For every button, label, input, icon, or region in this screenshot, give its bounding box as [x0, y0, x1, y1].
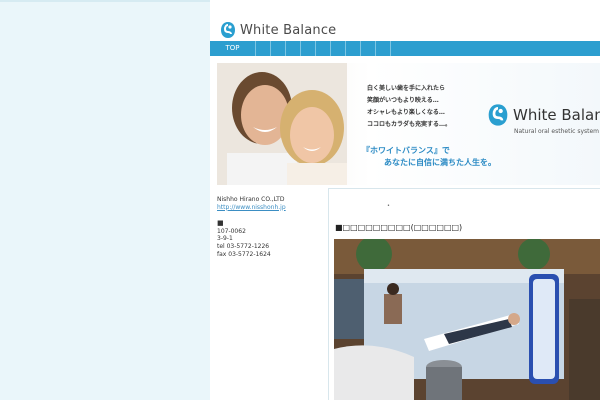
banner-copy-line: オシャレもより楽しくなる…: [367, 109, 445, 116]
banner-tagline-line: あなたに自信に満ちた人生を。: [384, 158, 496, 167]
main-content: • ■□□□□□□□□□(□□□□□□): [328, 188, 600, 400]
nav-item[interactable]: [256, 41, 271, 56]
nav-item[interactable]: [361, 41, 376, 56]
site-header: White Balance: [210, 0, 600, 40]
main-nav: TOP: [210, 41, 600, 56]
nav-item[interactable]: [286, 41, 301, 56]
nav-item[interactable]: [316, 41, 331, 56]
fax: fax 03-5772-1624: [217, 250, 271, 258]
section-heading: ■□□□□□□□□□(□□□□□□): [335, 223, 463, 232]
nav-item[interactable]: [376, 41, 391, 56]
tel: tel 03-5772-1226: [217, 242, 270, 250]
company-info: Nishho Hirano CO.,LTD http://www.nisshon…: [217, 196, 327, 258]
nav-item[interactable]: [271, 41, 286, 56]
nav-item[interactable]: [346, 41, 361, 56]
company-website-link[interactable]: http://www.nisshonh.jp: [217, 204, 286, 211]
banner-logo: White Balance: [487, 103, 600, 127]
company-name: Nishho Hirano CO.,LTD: [217, 196, 285, 203]
site-logo[interactable]: White Balance: [220, 18, 336, 42]
page-container: White Balance TOP 白く美しい歯を手に入れたら 笑顔がいつもより…: [210, 0, 600, 400]
nav-item[interactable]: [301, 41, 316, 56]
banner-brand-subtitle: Natural oral esthetic system: [514, 128, 600, 135]
salon-photo: [334, 239, 600, 400]
postal-code: 107-0062: [217, 227, 246, 235]
main-top-area: •: [329, 189, 600, 215]
address: 3-9-1: [217, 235, 233, 243]
logo-mark-icon: [488, 104, 508, 126]
logo-mark-icon: [221, 22, 235, 38]
hero-banner: 白く美しい歯を手に入れたら 笑顔がいつもより映える… オシャレもより楽しくなる……: [217, 63, 600, 185]
banner-tagline-line: 『ホワイトバランス』で: [362, 146, 450, 155]
banner-tagline: 『ホワイトバランス』で あなたに自信に満ちた人生を。: [362, 145, 496, 169]
banner-brand-name: White Balance: [513, 106, 600, 124]
banner-copy: 白く美しい歯を手に入れたら 笑顔がいつもより映える… オシャレもより楽しくなる……: [367, 83, 451, 131]
brand-name: White Balance: [240, 22, 337, 38]
nav-item[interactable]: [331, 41, 346, 56]
couple-photo: [217, 63, 347, 185]
bullet-dot: •: [387, 203, 390, 209]
section-marker: ■: [217, 219, 224, 228]
nav-item-top[interactable]: TOP: [210, 41, 256, 56]
banner-copy-line: ココロもカラダも充実する…。: [367, 121, 452, 128]
banner-copy-line: 白く美しい歯を手に入れたら: [367, 85, 446, 92]
banner-copy-line: 笑顔がいつもより映える…: [367, 97, 439, 104]
